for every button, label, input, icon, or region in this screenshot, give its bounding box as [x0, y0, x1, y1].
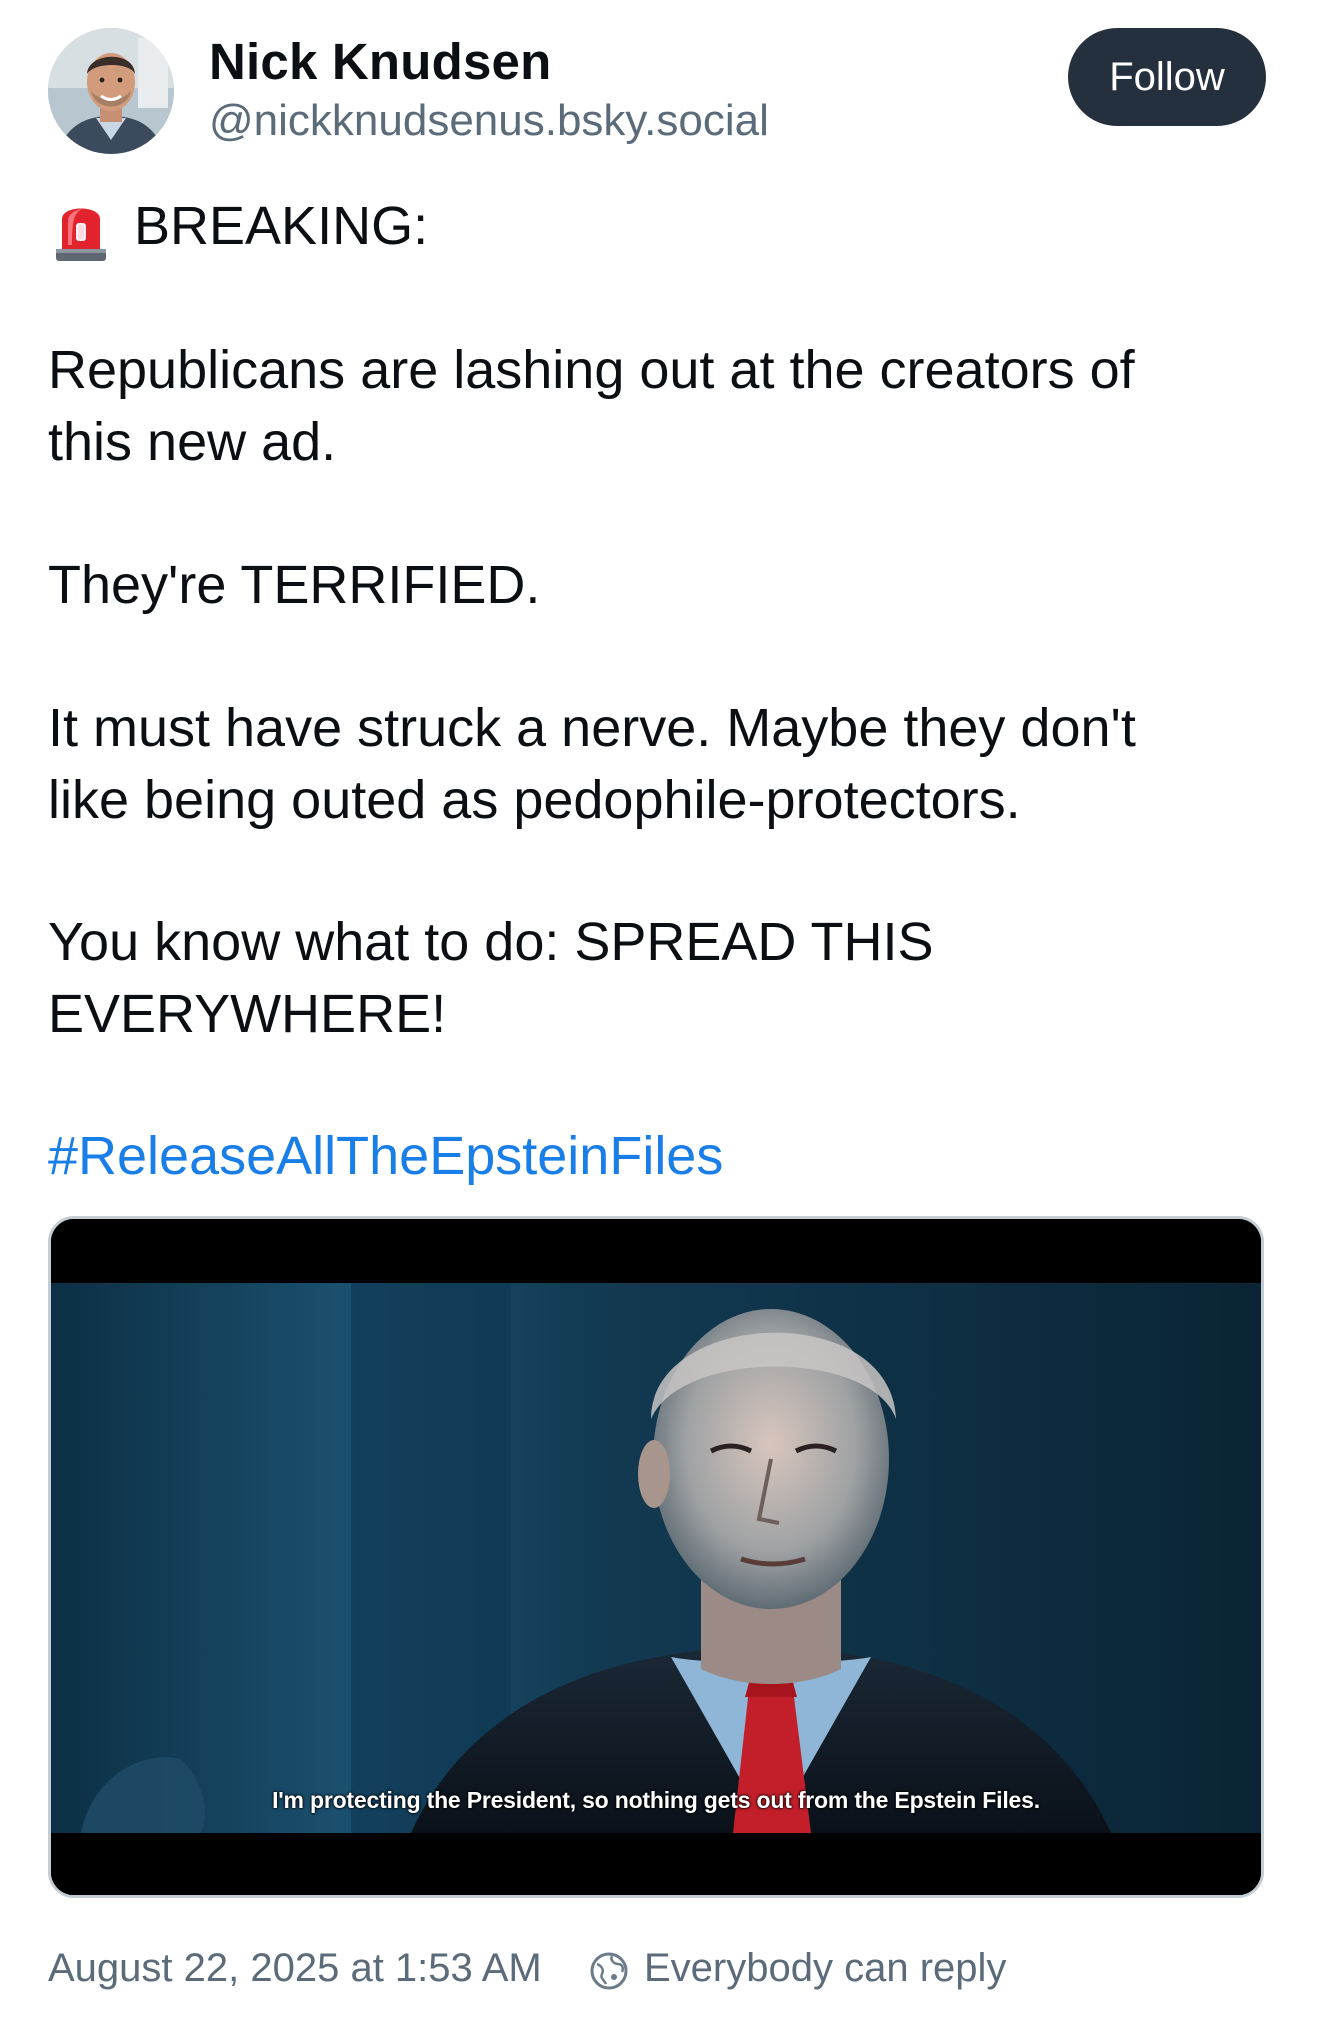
post-timestamp[interactable]: August 22, 2025 at 1:53 AM	[48, 1946, 542, 1991]
follow-button[interactable]: Follow	[1068, 28, 1266, 126]
post-text-line: like being outed as pedophile-protectors…	[48, 770, 1021, 830]
reply-setting-label[interactable]: Everybody can reply	[644, 1946, 1006, 1991]
post-text-line: this new ad.	[48, 412, 337, 472]
video-subtitle: I'm protecting the President, so nothing…	[272, 1787, 1040, 1813]
post-text-line: It must have struck a nerve. Maybe they …	[48, 698, 1136, 758]
avatar[interactable]	[48, 28, 174, 154]
breaking-label: BREAKING:	[134, 196, 429, 256]
post-text-line: You know what to do: SPREAD THIS	[48, 912, 934, 972]
author-handle[interactable]: @nickknudsenus.bsky.social	[209, 96, 769, 146]
author-display-name[interactable]: Nick Knudsen	[209, 32, 551, 91]
hashtag-link[interactable]: #ReleaseAllTheEpsteinFiles	[48, 1120, 723, 1192]
avatar-image	[48, 28, 174, 154]
video-player[interactable]: I'm protecting the President, so nothing…	[48, 1216, 1264, 1898]
post-text-line: Republicans are lashing out at the creat…	[48, 340, 1135, 400]
post-text-line: They're TERRIFIED.	[48, 555, 541, 615]
post-card: Nick Knudsen @nickknudsenus.bsky.social …	[0, 0, 1320, 2032]
rotating-light-emoji-icon	[52, 195, 110, 263]
globe-reply-icon	[588, 1950, 630, 1992]
post-text-line: EVERYWHERE!	[48, 984, 447, 1044]
